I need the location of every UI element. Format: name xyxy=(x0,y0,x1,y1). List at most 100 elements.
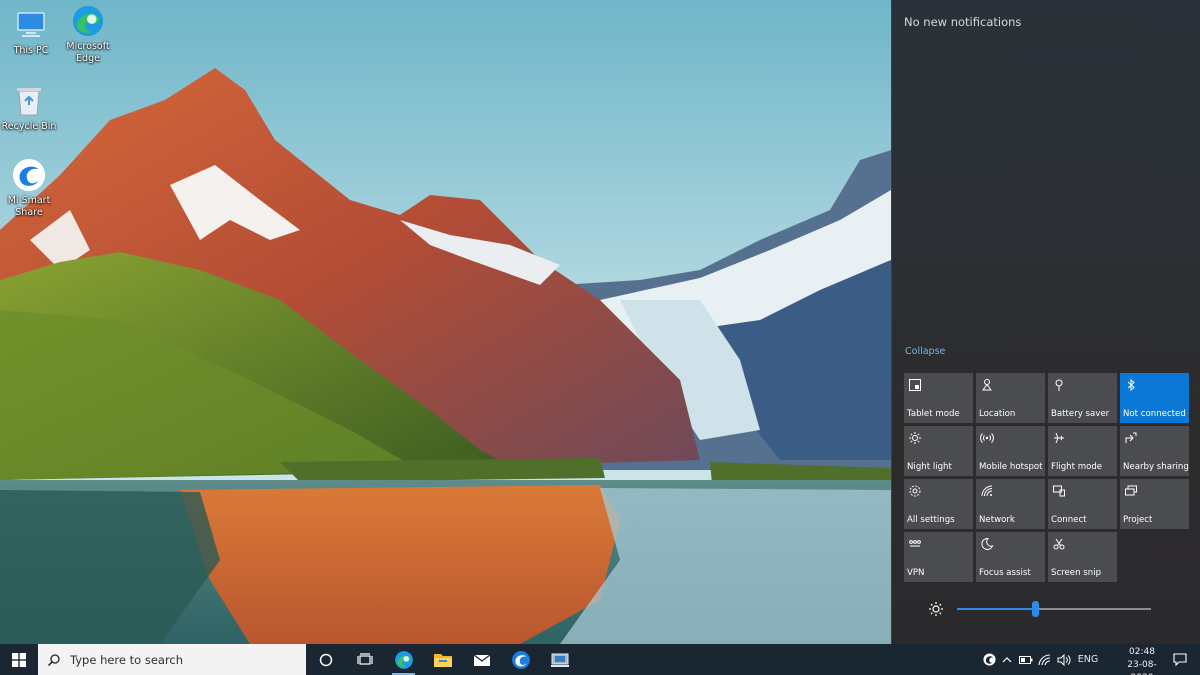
cortana-circle-icon xyxy=(319,653,332,666)
start-button[interactable] xyxy=(0,644,38,675)
quick-action-label: Not connected xyxy=(1123,409,1186,419)
desktop-wallpaper xyxy=(0,0,891,644)
network-icon xyxy=(981,485,993,497)
bluetooth-icon xyxy=(1127,378,1135,392)
quick-action-bluetooth[interactable]: Not connected xyxy=(1120,373,1189,423)
settings-gear-icon xyxy=(909,485,921,497)
quick-action-label: Network xyxy=(979,515,1015,525)
connect-icon xyxy=(1053,485,1065,497)
mi-smart-share-tray-icon xyxy=(982,653,996,666)
brightness-slider-thumb[interactable] xyxy=(1031,601,1039,617)
mountain-lake-wallpaper-image xyxy=(0,0,891,644)
vpn-icon xyxy=(909,540,921,547)
quick-action-label: Location xyxy=(979,409,1016,419)
quick-action-label: Tablet mode xyxy=(907,409,960,419)
mobile-hotspot-icon xyxy=(980,433,994,443)
desktop-icon-this-pc[interactable]: This PC xyxy=(0,8,62,57)
airplane-icon xyxy=(1054,432,1064,444)
quick-action-project[interactable]: Project xyxy=(1120,479,1189,529)
search-placeholder: Type here to search xyxy=(70,652,184,667)
mi-pc-manager-icon xyxy=(550,653,569,667)
taskbar-edge-button[interactable] xyxy=(384,644,423,675)
quick-action-vpn[interactable]: VPN xyxy=(904,532,973,582)
recycle-bin-icon xyxy=(12,84,46,118)
taskbar-mail-button[interactable] xyxy=(462,644,501,675)
project-icon xyxy=(1125,485,1137,496)
tray-mi-icon[interactable] xyxy=(980,644,998,675)
wifi-icon xyxy=(1038,653,1051,665)
mi-smart-share-icon xyxy=(511,650,530,669)
brightness-slider-fill xyxy=(957,608,1035,610)
desktop-icon-mi-smart-share[interactable]: Mi Smart Share xyxy=(0,158,60,219)
taskbar-mi-pc-manager-button[interactable] xyxy=(540,644,579,675)
quick-action-night-light[interactable]: Night light xyxy=(904,426,973,476)
chevron-up-icon xyxy=(1002,656,1012,662)
quick-actions-grid: Tablet mode Location Battery saver Not c… xyxy=(904,373,1189,582)
desktop-icon-label: This PC xyxy=(13,45,49,56)
no-notifications-text: No new notifications xyxy=(904,15,1022,29)
focus-assist-icon xyxy=(981,537,994,550)
quick-action-label: Battery saver xyxy=(1051,409,1110,419)
this-pc-icon xyxy=(14,8,48,42)
taskbar-file-explorer-button[interactable] xyxy=(423,644,462,675)
desktop-icon-label: Recycle Bin xyxy=(1,121,57,132)
speaker-volume-icon xyxy=(1057,653,1071,666)
quick-action-label: All settings xyxy=(907,515,955,525)
quick-action-label: Night light xyxy=(907,462,952,472)
taskbar-mi-smart-share-button[interactable] xyxy=(501,644,540,675)
mi-smart-share-icon xyxy=(12,158,46,192)
tray-volume[interactable] xyxy=(1055,644,1073,675)
quick-action-focus-assist[interactable]: Focus assist xyxy=(976,532,1045,582)
brightness-control xyxy=(928,598,1190,620)
desktop-icon-label: Microsoft Edge xyxy=(66,41,110,64)
tray-network[interactable] xyxy=(1036,644,1054,675)
file-explorer-icon xyxy=(433,654,452,667)
cortana-button[interactable] xyxy=(306,644,345,675)
action-center-panel: No new notifications Collapse Tablet mod… xyxy=(891,0,1200,644)
desktop-icon-recycle-bin[interactable]: Recycle Bin xyxy=(0,84,60,133)
quick-action-label: Nearby sharing xyxy=(1123,462,1189,472)
quick-action-label: VPN xyxy=(907,568,925,578)
quick-action-label: Flight mode xyxy=(1051,462,1103,472)
quick-action-screen-snip[interactable]: Screen snip xyxy=(1048,532,1117,582)
quick-action-connect[interactable]: Connect xyxy=(1048,479,1117,529)
show-hidden-icons-button[interactable] xyxy=(999,644,1015,675)
desktop-icon-microsoft-edge[interactable]: Microsoft Edge xyxy=(57,4,119,65)
desktop-icon-label: Mi Smart Share xyxy=(7,195,51,218)
quick-action-label: Mobile hotspot xyxy=(979,462,1043,472)
quick-action-flight-mode[interactable]: Flight mode xyxy=(1048,426,1117,476)
tablet-mode-icon xyxy=(909,379,921,391)
quick-action-all-settings[interactable]: All settings xyxy=(904,479,973,529)
nearby-sharing-icon xyxy=(1125,432,1137,443)
quick-action-nearby-sharing[interactable]: Nearby sharing xyxy=(1120,426,1189,476)
taskbar-search-box[interactable]: Type here to search xyxy=(38,644,306,675)
quick-action-mobile-hotspot[interactable]: Mobile hotspot xyxy=(976,426,1045,476)
taskbar: Type here to search ENG 02:48 23-08-2020 xyxy=(0,644,1200,675)
windows-logo-icon xyxy=(12,652,26,667)
edge-icon xyxy=(394,650,413,669)
tray-battery[interactable] xyxy=(1017,644,1035,675)
quick-action-label: Project xyxy=(1123,515,1153,525)
quick-action-label: Screen snip xyxy=(1051,568,1102,578)
battery-saver-icon xyxy=(1055,379,1063,391)
collapse-quick-actions-link[interactable]: Collapse xyxy=(905,346,945,357)
mail-icon xyxy=(473,654,490,666)
battery-icon xyxy=(1019,655,1033,664)
action-center-button[interactable] xyxy=(1160,644,1200,675)
notification-icon xyxy=(1173,653,1187,666)
brightness-slider-track[interactable] xyxy=(957,601,1151,617)
quick-action-label: Connect xyxy=(1051,515,1087,525)
task-view-icon xyxy=(356,652,373,665)
location-icon xyxy=(982,379,992,391)
input-language-indicator[interactable]: ENG xyxy=(1075,644,1101,675)
quick-action-location[interactable]: Location xyxy=(976,373,1045,423)
quick-action-tablet-mode[interactable]: Tablet mode xyxy=(904,373,973,423)
brightness-sun-icon xyxy=(929,602,943,616)
quick-action-network[interactable]: Network xyxy=(976,479,1045,529)
edge-icon xyxy=(71,4,105,38)
screen-snip-icon xyxy=(1053,538,1065,550)
quick-action-battery-saver[interactable]: Battery saver xyxy=(1048,373,1117,423)
quick-action-label: Focus assist xyxy=(979,568,1031,578)
search-icon xyxy=(47,653,60,666)
task-view-button[interactable] xyxy=(345,644,384,675)
